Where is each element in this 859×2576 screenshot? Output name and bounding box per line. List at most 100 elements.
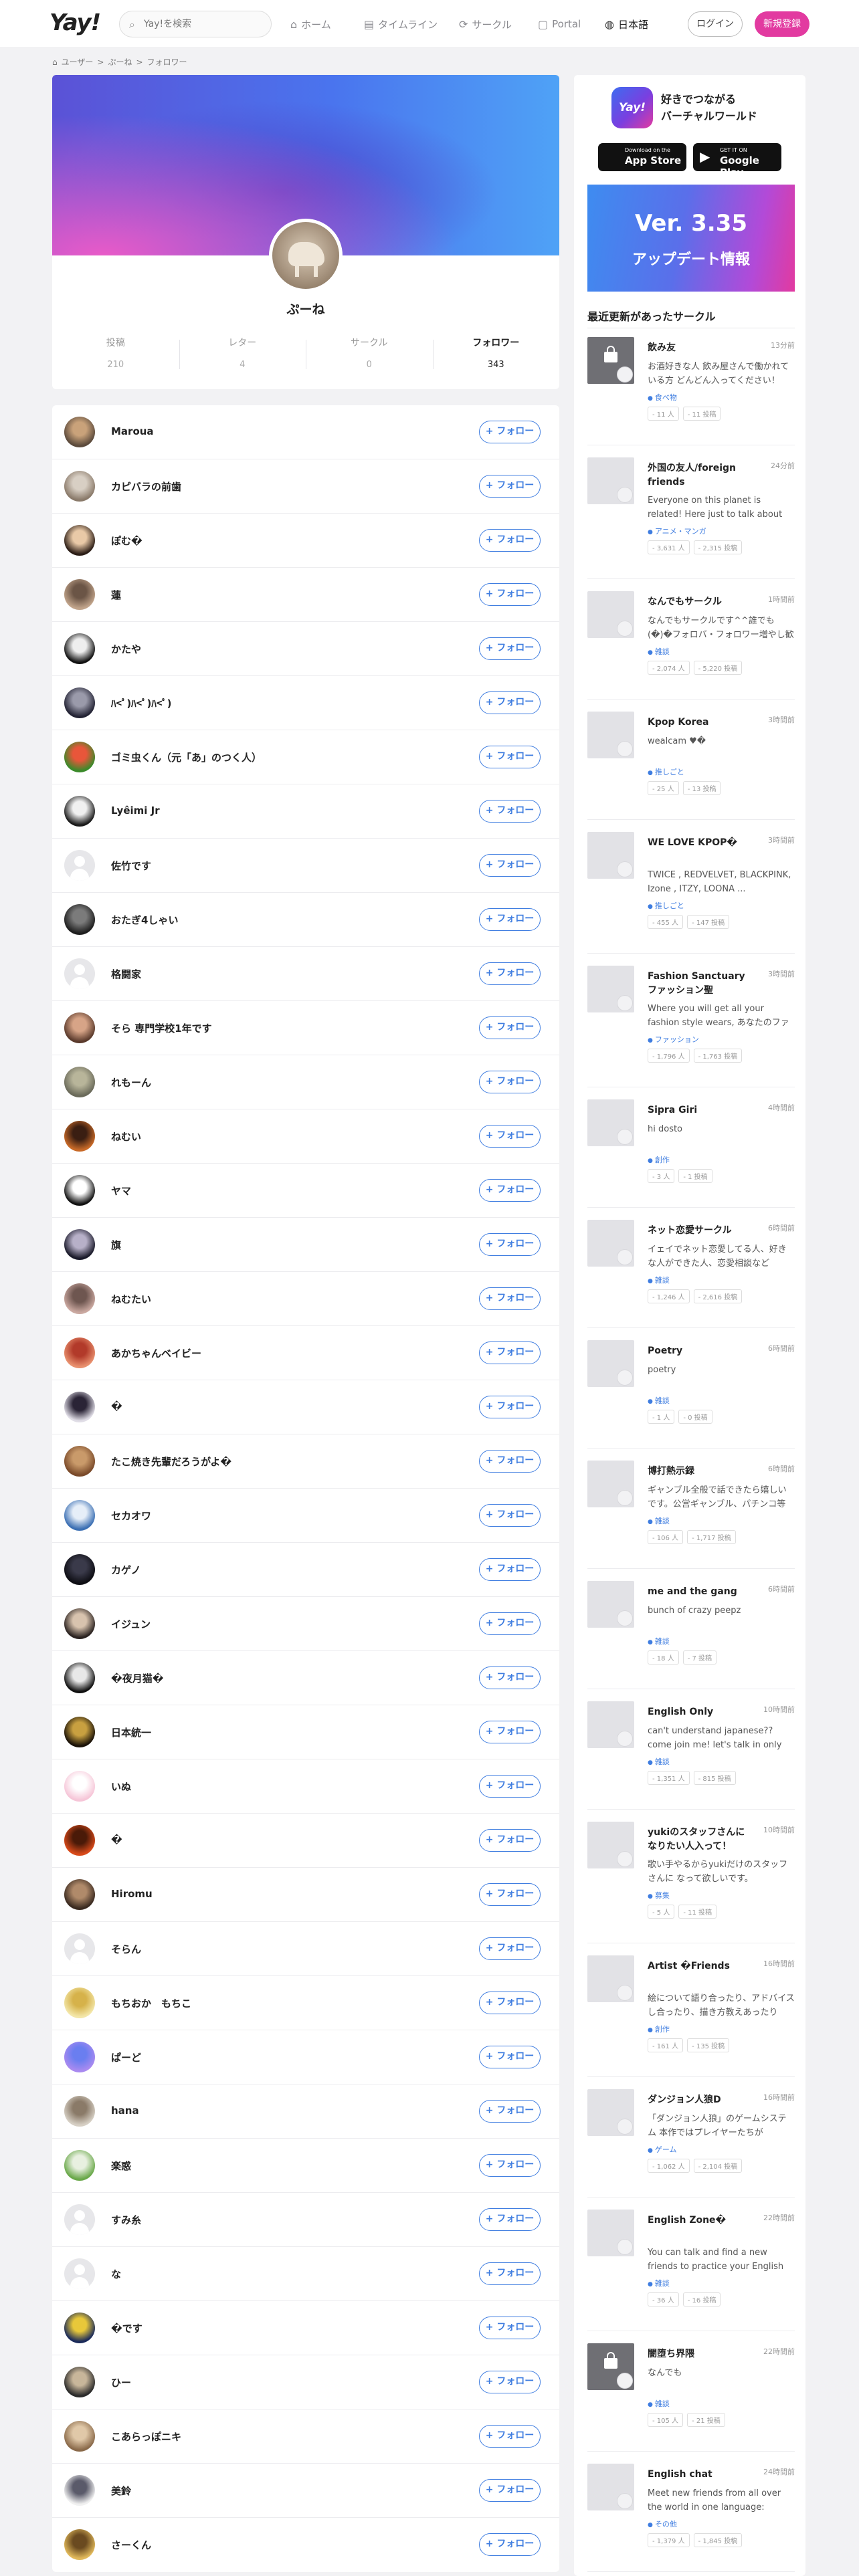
- avatar[interactable]: [64, 579, 95, 610]
- follow-button[interactable]: + フォロー: [479, 1071, 541, 1093]
- avatar[interactable]: [64, 1933, 95, 1964]
- follower-name[interactable]: hana: [111, 2105, 139, 2117]
- follower-name[interactable]: 美鈴: [111, 2484, 131, 2498]
- circle-thumbnail[interactable]: [587, 2089, 634, 2136]
- circle-item[interactable]: なんでもサークル 1時間前 なんでもサークルです^^誰でも(�)�フォロバ・フォロワ…: [587, 591, 795, 700]
- home-icon[interactable]: ⌂: [52, 58, 58, 67]
- avatar[interactable]: [64, 958, 95, 989]
- circle-item[interactable]: Poetry 6時間前 poetry 雑談 - 1 人- 0 投稿: [587, 1340, 795, 1448]
- circle-thumbnail[interactable]: [587, 712, 634, 758]
- follower-name[interactable]: おたぎ4しゃい: [111, 913, 178, 927]
- follower-name[interactable]: ぱーど: [111, 2050, 141, 2064]
- nav-timeline[interactable]: ▤ タイムライン: [364, 0, 438, 48]
- follower-row[interactable]: かたや + フォロー: [52, 622, 559, 676]
- follow-button[interactable]: + フォロー: [479, 691, 541, 714]
- register-button[interactable]: 新規登録: [755, 11, 809, 37]
- follow-button[interactable]: + フォロー: [479, 475, 541, 498]
- circle-thumbnail[interactable]: [587, 1822, 634, 1868]
- follow-button[interactable]: + フォロー: [479, 421, 541, 443]
- follower-name[interactable]: 佐竹です: [111, 859, 151, 873]
- follow-button[interactable]: + フォロー: [479, 2208, 541, 2231]
- avatar[interactable]: [64, 2258, 95, 2289]
- circle-item[interactable]: 外国の友人/foreign friends 24分前 Everyone on thi…: [587, 457, 795, 579]
- circle-title[interactable]: Sipra Giri: [648, 1103, 753, 1117]
- avatar[interactable]: [64, 2529, 95, 2560]
- follower-name[interactable]: すみ糸: [111, 2213, 141, 2227]
- follower-row[interactable]: セカオワ + フォロー: [52, 1489, 559, 1543]
- follower-name[interactable]: 日本統一: [111, 1725, 151, 1739]
- avatar[interactable]: [64, 2150, 95, 2181]
- stat-posts[interactable]: 投稿 210: [52, 336, 179, 376]
- circle-title[interactable]: ネット恋愛サークル: [648, 1224, 753, 1238]
- login-button[interactable]: ログイン: [688, 11, 743, 37]
- follower-name[interactable]: �: [111, 1400, 122, 1412]
- follow-button[interactable]: + フォロー: [479, 2262, 541, 2285]
- follower-row[interactable]: ヤマ + フォロー: [52, 1164, 559, 1218]
- circle-item[interactable]: 博打熱示録 6時間前 ギャンブル全般で話できたら嬉しいです。公営ギャンブル、パチンコ…: [587, 1461, 795, 1569]
- follower-name[interactable]: Hiromu: [111, 1888, 153, 1900]
- follower-name[interactable]: いぬ: [111, 1780, 131, 1794]
- follow-button[interactable]: + フォロー: [479, 2371, 541, 2393]
- follow-button[interactable]: + フォロー: [479, 1558, 541, 1581]
- follower-row[interactable]: 蓮 + フォロー: [52, 568, 559, 622]
- follower-row[interactable]: あかちゃんベイビー + フォロー: [52, 1326, 559, 1380]
- circle-thumbnail[interactable]: [587, 2464, 634, 2510]
- follower-name[interactable]: ねむい: [111, 1130, 141, 1144]
- follow-button[interactable]: + フォロー: [479, 2100, 541, 2123]
- follower-row[interactable]: おたぎ4しゃい + フォロー: [52, 893, 559, 947]
- breadcrumb-users[interactable]: ユーザー: [62, 56, 94, 68]
- follower-name[interactable]: な: [111, 2267, 121, 2281]
- follower-name[interactable]: ﾊ<ﾟ)ﾊ<ﾟ)ﾊ<ﾟ): [111, 696, 172, 710]
- follower-name[interactable]: ゴミ虫くん（元「あ」のつく人）: [111, 750, 262, 764]
- follower-name[interactable]: 旗: [111, 1238, 121, 1252]
- follower-row[interactable]: � + フォロー: [52, 1380, 559, 1434]
- circle-title[interactable]: English chat: [648, 2468, 753, 2482]
- avatar[interactable]: [64, 1988, 95, 2018]
- follower-name[interactable]: �夜月猫�: [111, 1671, 163, 1685]
- avatar[interactable]: [64, 2367, 95, 2397]
- avatar[interactable]: [64, 2475, 95, 2506]
- circle-thumbnail[interactable]: [587, 1581, 634, 1628]
- follow-button[interactable]: + フォロー: [479, 637, 541, 660]
- avatar[interactable]: [64, 1879, 95, 1910]
- stat-circles[interactable]: サークル 0: [306, 336, 433, 376]
- yay-logo[interactable]: Yay!: [50, 9, 101, 36]
- follower-row[interactable]: カゲノ + フォロー: [52, 1543, 559, 1597]
- follower-row[interactable]: カピバラの前歯 + フォロー: [52, 459, 559, 514]
- follow-button[interactable]: + フォロー: [479, 1287, 541, 1310]
- follower-name[interactable]: �: [111, 1834, 122, 1846]
- avatar[interactable]: [64, 2096, 95, 2127]
- circle-thumbnail[interactable]: [587, 832, 634, 879]
- circle-thumbnail[interactable]: [587, 457, 634, 504]
- nav-home[interactable]: ⌂ ホーム: [290, 0, 331, 48]
- follow-button[interactable]: + フォロー: [479, 1992, 541, 2014]
- circle-title[interactable]: Artist �Friends: [648, 1959, 753, 1973]
- circle-thumbnail[interactable]: [587, 1220, 634, 1267]
- circle-item[interactable]: me and the gang 6時間前 bunch of crazy peepz 雑…: [587, 1581, 795, 1689]
- follow-button[interactable]: + フォロー: [479, 1341, 541, 1364]
- follow-button[interactable]: + フォロー: [479, 529, 541, 552]
- follower-row[interactable]: ねむたい + フォロー: [52, 1272, 559, 1326]
- circle-item[interactable]: English chat 24時間前 Meet new friends from a…: [587, 2464, 795, 2572]
- circle-thumbnail[interactable]: [587, 1955, 634, 2002]
- follow-button[interactable]: + フォロー: [479, 1775, 541, 1798]
- follower-row[interactable]: hana + フォロー: [52, 2084, 559, 2139]
- circle-thumbnail[interactable]: [587, 2343, 634, 2390]
- nav-portal[interactable]: ▢ Portal: [538, 0, 581, 48]
- avatar[interactable]: [64, 1662, 95, 1693]
- avatar[interactable]: [64, 1229, 95, 1260]
- circle-title[interactable]: Kpop Korea: [648, 716, 753, 730]
- avatar[interactable]: [64, 1717, 95, 1747]
- follower-name[interactable]: そらん: [111, 1942, 141, 1956]
- circle-title[interactable]: ダンジョン人狼D: [648, 2093, 753, 2107]
- follow-button[interactable]: + フォロー: [479, 1396, 541, 1418]
- avatar[interactable]: [64, 471, 95, 502]
- follow-button[interactable]: + フォロー: [479, 1883, 541, 1906]
- follower-row[interactable]: �です + フォロー: [52, 2301, 559, 2355]
- follower-name[interactable]: �です: [111, 2321, 142, 2335]
- follower-row[interactable]: ねむい + フォロー: [52, 1109, 559, 1164]
- circle-title[interactable]: English Zone�: [648, 2214, 753, 2228]
- circle-title[interactable]: yukiのスタッフさんになりたい人入って！: [648, 1826, 753, 1854]
- follower-row[interactable]: 旗 + フォロー: [52, 1218, 559, 1272]
- avatar[interactable]: [64, 1012, 95, 1043]
